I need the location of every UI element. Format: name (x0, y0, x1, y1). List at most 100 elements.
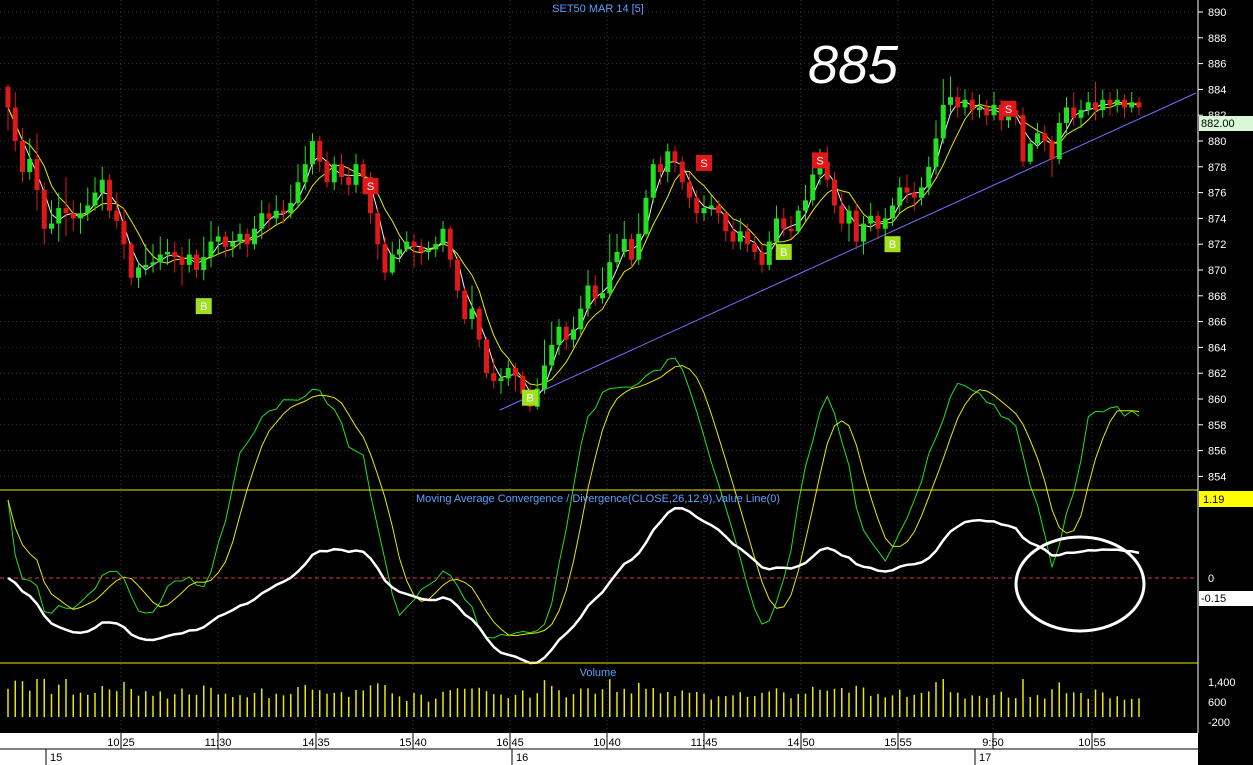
candle-body (585, 285, 591, 309)
candle-body (99, 179, 105, 193)
candle-body (12, 107, 18, 141)
candle-body (716, 205, 721, 214)
day-label: 16 (516, 752, 528, 764)
candle-body (875, 215, 881, 229)
candle-body (955, 97, 961, 108)
candle-body (795, 210, 801, 232)
candle-body (491, 373, 497, 381)
candle-body (766, 241, 772, 265)
price-tick-label: 876 (1208, 188, 1226, 200)
macd-current-text: -0.15 (1201, 593, 1226, 605)
candle-body (832, 179, 837, 206)
macd-upper-text: 1.19 (1203, 494, 1224, 506)
candle-body (136, 267, 141, 278)
candle-body (919, 187, 924, 198)
candle-body (781, 218, 787, 229)
candle-body (897, 187, 903, 206)
day-label: 17 (979, 752, 991, 764)
candle-body (1114, 99, 1120, 105)
candle-body (56, 208, 62, 224)
candle-body (1042, 133, 1048, 141)
candle-body (701, 208, 707, 214)
time-tick-label: 10:25 (107, 737, 135, 749)
candle-body (977, 107, 982, 111)
candle-body (150, 262, 156, 265)
last-price-label: 882.00 (1199, 116, 1253, 131)
price-tick-label: 880 (1208, 136, 1226, 148)
candle-body (578, 308, 584, 330)
time-tick-label: 15:55 (884, 737, 912, 749)
candle-body (911, 192, 917, 198)
candle-body (737, 231, 743, 242)
candle-body (563, 326, 569, 340)
time-tick-label: 16:45 (496, 737, 524, 749)
candle-body (143, 264, 149, 268)
price-tick-label: 856 (1208, 446, 1226, 458)
price-panel-indicators (7, 100, 1140, 398)
candle-body (259, 213, 265, 229)
volume-tick-low: -200 (1208, 717, 1230, 729)
candle-body (890, 205, 895, 219)
candle-body (404, 241, 410, 250)
candle-body (650, 164, 656, 198)
candle-body (389, 254, 395, 273)
candle-body (926, 166, 932, 188)
sell-signal-label: S (700, 158, 707, 170)
candle-body (455, 259, 460, 291)
candle-body (317, 141, 323, 162)
price-tick-label: 858 (1208, 420, 1226, 432)
candle-body (310, 141, 315, 165)
time-tick-label: 14:50 (787, 737, 815, 749)
candle-body (418, 246, 424, 252)
candle-body (788, 228, 794, 232)
candle-body (360, 164, 366, 178)
time-tick-label: 15:40 (399, 737, 427, 749)
candle-body (353, 164, 359, 185)
sell-signal-label: S (1005, 104, 1012, 116)
candle-body (745, 231, 750, 245)
candle-body (846, 210, 852, 224)
candle-body (723, 213, 729, 232)
candle-body (63, 208, 69, 214)
macd-current-label: -0.15 (1199, 591, 1253, 606)
candle-body (1027, 143, 1033, 162)
candle-body (1071, 107, 1077, 118)
price-tick-label: 854 (1208, 471, 1226, 483)
candle-body (571, 329, 576, 340)
candle-body (665, 151, 671, 172)
candle-body (85, 205, 91, 214)
candle-body (1064, 107, 1069, 123)
time-tick-label: 10:55 (1078, 737, 1106, 749)
time-tick-label: 10:40 (593, 737, 621, 749)
candle-body (324, 161, 330, 183)
candle-body (433, 244, 439, 250)
candle-body (984, 107, 990, 116)
candle-body (295, 182, 301, 203)
macd-upper-label: 1.19 (1199, 491, 1253, 507)
candle-body (1093, 102, 1098, 111)
candle-body (708, 205, 714, 209)
price-tick-label: 860 (1208, 394, 1226, 406)
candle-body (375, 213, 381, 245)
candle-body (730, 231, 736, 242)
candle-body (1085, 102, 1091, 111)
candle-body (266, 213, 272, 219)
candle-body (803, 200, 808, 211)
price-tick-label: 890 (1208, 7, 1226, 19)
macd-panel (7, 506, 1140, 665)
volume-tick-mid: 600 (1208, 697, 1226, 709)
buy-signal-label: B (526, 393, 533, 405)
candle-body (542, 365, 547, 389)
candle-body (128, 244, 134, 278)
chart-root: SET50 MAR 14 [5] 885 B S B S B S B S Moving Ave… (0, 0, 1253, 765)
time-tick-label: 9:50 (982, 737, 1003, 749)
candle-body (447, 228, 453, 260)
candle-body (1129, 102, 1135, 108)
candle-body (281, 210, 286, 214)
moving-average-fast (7, 100, 1140, 398)
candle-body (331, 164, 337, 183)
price-tick-label: 862 (1208, 368, 1226, 380)
candle-body (498, 378, 504, 381)
candle-body (78, 213, 83, 219)
candle-body (92, 192, 98, 206)
